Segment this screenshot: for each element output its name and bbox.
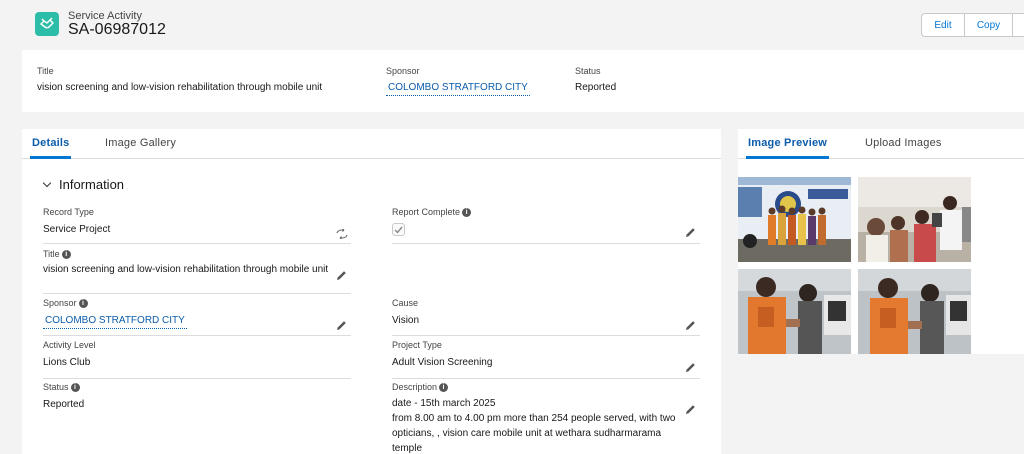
details-card: Details Image Gallery Information Record…	[22, 129, 721, 454]
record-header: Service Activity SA-06987012 Edit Copy	[0, 0, 1024, 50]
description-line-2: from 8.00 am to 4.00 pm more than 254 pe…	[392, 413, 676, 454]
edit-description-icon[interactable]	[685, 402, 696, 420]
highlight-sponsor: Sponsor COLOMBO STRATFORD CITY	[386, 66, 530, 96]
info-icon[interactable]: i	[70, 382, 80, 392]
record-type-value: Service Project	[43, 224, 111, 235]
edit-sponsor-icon[interactable]	[336, 318, 347, 336]
detail-tabs: Details Image Gallery	[22, 129, 721, 159]
highlight-title-value: vision screening and low-vision rehabili…	[37, 82, 323, 93]
highlight-title-label: Title	[37, 66, 54, 76]
info-icon[interactable]: i	[439, 382, 449, 392]
edit-cause-icon[interactable]	[685, 318, 696, 336]
field-title: Title i vision screening and low-vision r…	[43, 249, 333, 277]
header-actions: Edit Copy	[921, 13, 1024, 37]
field-cause: Cause Vision	[392, 298, 419, 328]
copy-button[interactable]: Copy	[965, 13, 1013, 37]
image-preview-card: Image Preview Upload Images	[738, 129, 1024, 354]
project-type-value: Adult Vision Screening	[392, 357, 493, 368]
highlight-sponsor-label: Sponsor	[386, 66, 420, 76]
field-record-type: Record Type Service Project	[43, 207, 110, 237]
highlight-sponsor-link[interactable]: COLOMBO STRATFORD CITY	[386, 82, 530, 96]
sponsor-label: Sponsor	[43, 298, 77, 308]
report-complete-label: Report Complete	[392, 207, 461, 217]
highlight-title: Title vision screening and low-vision re…	[37, 66, 322, 93]
edit-project-type-icon[interactable]	[685, 360, 696, 378]
chevron-down-icon	[42, 178, 52, 188]
highlight-status: Status Reported	[575, 66, 616, 93]
sponsor-link[interactable]: COLOMBO STRATFORD CITY	[43, 315, 187, 329]
image-tabs: Image Preview Upload Images	[738, 129, 1024, 159]
gallery-image-3[interactable]	[738, 269, 851, 354]
field-sponsor: Sponsor i COLOMBO STRATFORD CITY	[43, 298, 187, 329]
field-status: Status i Reported	[43, 382, 84, 412]
gallery-image-4[interactable]	[858, 269, 971, 354]
field-project-type: Project Type Adult Vision Screening	[392, 340, 492, 370]
change-record-type-icon[interactable]	[336, 226, 348, 244]
highlight-status-value: Reported	[575, 82, 617, 93]
highlight-status-label: Status	[575, 66, 601, 76]
status-label: Status	[43, 382, 69, 392]
description-label: Description	[392, 382, 438, 392]
activity-level-value: Lions Club	[43, 357, 91, 368]
more-actions-button[interactable]	[1013, 13, 1024, 37]
field-activity-level: Activity Level Lions Club	[43, 340, 96, 370]
field-report-complete: Report Complete i	[392, 207, 472, 236]
gallery-image-1[interactable]	[738, 177, 851, 262]
cause-label: Cause	[392, 298, 419, 308]
info-icon[interactable]: i	[78, 298, 88, 308]
title-label: Title	[43, 249, 60, 259]
tab-upload-images[interactable]: Upload Images	[865, 137, 942, 159]
report-complete-checkbox	[392, 223, 405, 236]
title-value: vision screening and low-vision rehabili…	[43, 264, 329, 275]
cause-value: Vision	[392, 315, 420, 326]
edit-title-icon[interactable]	[336, 268, 347, 286]
info-icon[interactable]: i	[61, 249, 71, 259]
service-activity-icon	[35, 12, 59, 36]
record-type-label: Record Type	[43, 207, 94, 217]
field-description: Description i date - 15th march 2025 from…	[392, 382, 677, 454]
tab-details[interactable]: Details	[30, 137, 72, 159]
section-title: Information	[59, 177, 125, 192]
edit-report-complete-icon[interactable]	[685, 225, 696, 243]
edit-button[interactable]: Edit	[921, 13, 965, 37]
tab-image-gallery[interactable]: Image Gallery	[105, 137, 176, 159]
tab-image-preview[interactable]: Image Preview	[746, 137, 830, 159]
status-value: Reported	[43, 399, 85, 410]
information-section-toggle[interactable]: Information	[42, 177, 124, 192]
highlights-panel: Title vision screening and low-vision re…	[22, 50, 1024, 112]
project-type-label: Project Type	[392, 340, 442, 350]
description-line-1: date - 15th march 2025	[392, 398, 496, 409]
record-name: SA-06987012	[68, 21, 166, 38]
gallery-image-2[interactable]	[858, 177, 971, 262]
info-icon[interactable]: i	[462, 207, 472, 217]
activity-level-label: Activity Level	[43, 340, 96, 350]
